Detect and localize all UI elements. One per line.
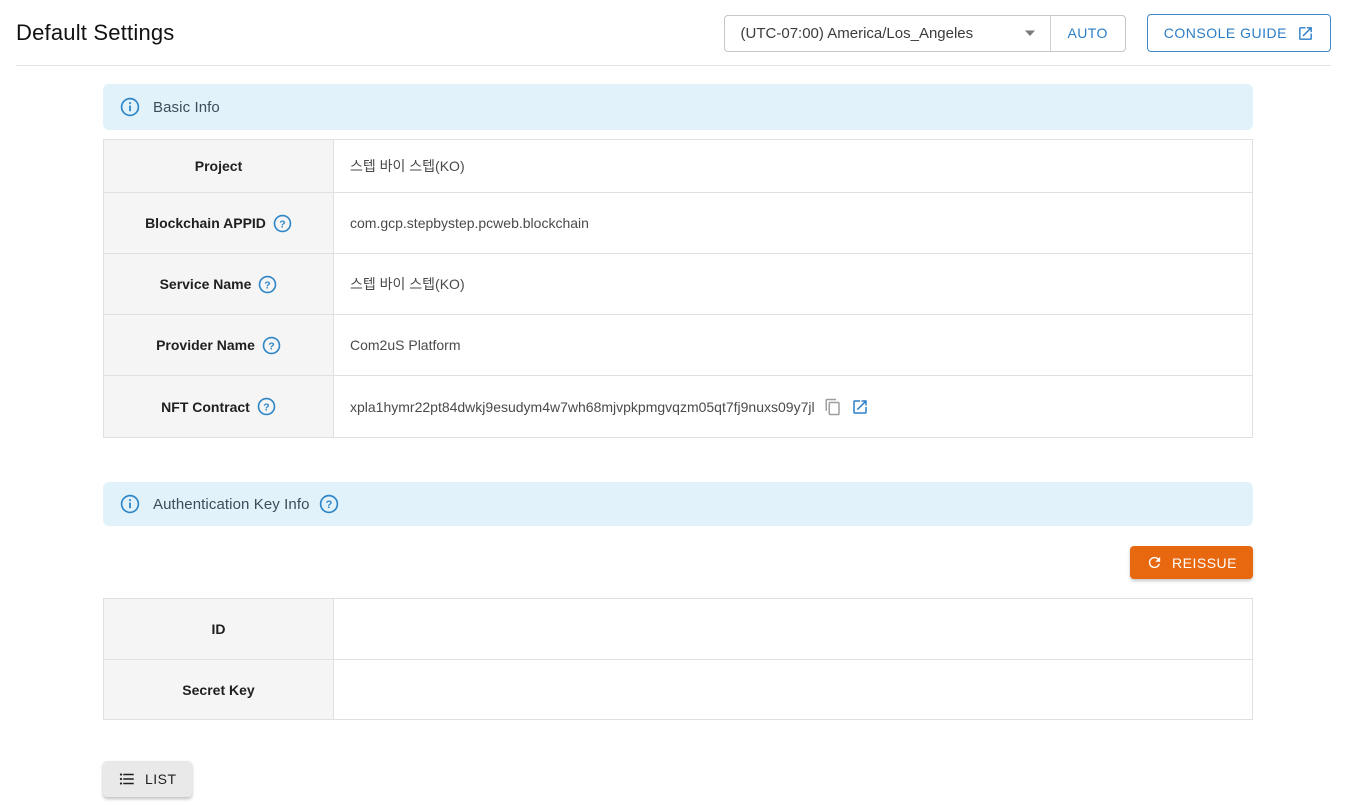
- row-value-cell: com.gcp.stepbystep.pcweb.blockchain: [334, 193, 1253, 254]
- row-value: com.gcp.stepbystep.pcweb.blockchain: [350, 215, 589, 231]
- console-guide-button[interactable]: CONSOLE GUIDE: [1147, 14, 1331, 52]
- table-row: Service Name ? 스텝 바이 스텝(KO): [104, 254, 1253, 315]
- help-icon[interactable]: ?: [273, 214, 292, 233]
- console-guide-label: CONSOLE GUIDE: [1164, 25, 1287, 41]
- row-value-cell: [334, 660, 1253, 720]
- basic-info-title: Basic Info: [153, 99, 220, 116]
- timezone-box: (UTC-07:00) America/Los_Angeles AUTO: [724, 15, 1126, 52]
- timezone-select[interactable]: (UTC-07:00) America/Los_Angeles: [725, 16, 1050, 51]
- help-icon[interactable]: ?: [319, 494, 339, 514]
- info-icon: [120, 494, 140, 514]
- row-label-cell: Project: [104, 140, 334, 193]
- help-icon[interactable]: ?: [262, 336, 281, 355]
- auth-key-info-title: Authentication Key Info: [153, 496, 310, 513]
- table-row: Project 스텝 바이 스텝(KO): [104, 140, 1253, 193]
- table-row: NFT Contract ? xpla1hymr22pt84dwkj9esudy…: [104, 376, 1253, 438]
- copy-icon[interactable]: [824, 398, 842, 416]
- list-button[interactable]: LIST: [103, 761, 192, 797]
- external-link-icon: [1297, 25, 1314, 42]
- row-value: Com2uS Platform: [350, 337, 460, 353]
- basic-info-header: Basic Info: [103, 84, 1253, 130]
- list-icon: [118, 770, 136, 788]
- row-value: 스텝 바이 스텝(KO): [350, 158, 465, 174]
- row-label: Secret Key: [182, 682, 254, 698]
- external-link-icon[interactable]: [851, 398, 869, 416]
- row-value-cell: 스텝 바이 스텝(KO): [334, 254, 1253, 315]
- refresh-icon: [1146, 554, 1163, 571]
- help-icon[interactable]: ?: [257, 397, 276, 416]
- svg-text:?: ?: [325, 499, 332, 511]
- row-label-cell: Secret Key: [104, 660, 334, 720]
- row-label-cell: Provider Name ?: [104, 315, 334, 376]
- reissue-button[interactable]: REISSUE: [1130, 546, 1253, 579]
- reissue-row: REISSUE: [103, 546, 1253, 579]
- row-label: Provider Name: [156, 337, 255, 353]
- main-content: Basic Info Project 스텝 바이 스텝(KO) Blockcha…: [103, 84, 1253, 806]
- row-label: Service Name: [160, 276, 252, 292]
- svg-text:?: ?: [279, 219, 285, 230]
- row-value: 스텝 바이 스텝(KO): [350, 276, 465, 292]
- svg-text:?: ?: [265, 280, 271, 291]
- svg-text:?: ?: [268, 341, 274, 352]
- row-label: Blockchain APPID: [145, 215, 266, 231]
- row-label-cell: Service Name ?: [104, 254, 334, 315]
- table-row: ID: [104, 599, 1253, 660]
- row-label-cell: Blockchain APPID ?: [104, 193, 334, 254]
- auto-button[interactable]: AUTO: [1051, 16, 1125, 51]
- row-value-cell: Com2uS Platform: [334, 315, 1253, 376]
- row-label: Project: [195, 158, 242, 174]
- row-label: ID: [212, 621, 226, 637]
- reissue-label: REISSUE: [1172, 555, 1237, 571]
- auth-key-info-header: Authentication Key Info ?: [103, 482, 1253, 526]
- basic-info-table: Project 스텝 바이 스텝(KO) Blockchain APPID ?: [103, 139, 1253, 438]
- page-title: Default Settings: [16, 20, 175, 46]
- list-label: LIST: [145, 771, 177, 787]
- row-label-cell: NFT Contract ?: [104, 376, 334, 438]
- svg-text:?: ?: [263, 402, 269, 413]
- help-icon[interactable]: ?: [258, 275, 277, 294]
- timezone-value: (UTC-07:00) America/Los_Angeles: [741, 25, 974, 42]
- row-label-cell: ID: [104, 599, 334, 660]
- chevron-down-icon: [1024, 29, 1036, 37]
- auth-key-table: ID Secret Key: [103, 598, 1253, 720]
- header-controls: (UTC-07:00) America/Los_Angeles AUTO CON…: [724, 14, 1331, 52]
- header-divider: [16, 65, 1331, 66]
- row-value-cell: [334, 599, 1253, 660]
- table-row: Blockchain APPID ? com.gcp.stepbystep.pc…: [104, 193, 1253, 254]
- nft-contract-value: xpla1hymr22pt84dwkj9esudym4w7wh68mjvpkpm…: [350, 399, 815, 415]
- info-icon: [120, 97, 140, 117]
- row-value-cell: xpla1hymr22pt84dwkj9esudym4w7wh68mjvpkpm…: [334, 376, 1253, 438]
- row-value-cell: 스텝 바이 스텝(KO): [334, 140, 1253, 193]
- row-label: NFT Contract: [161, 399, 250, 415]
- table-row: Secret Key: [104, 660, 1253, 720]
- table-row: Provider Name ? Com2uS Platform: [104, 315, 1253, 376]
- page-header: Default Settings (UTC-07:00) America/Los…: [0, 0, 1347, 65]
